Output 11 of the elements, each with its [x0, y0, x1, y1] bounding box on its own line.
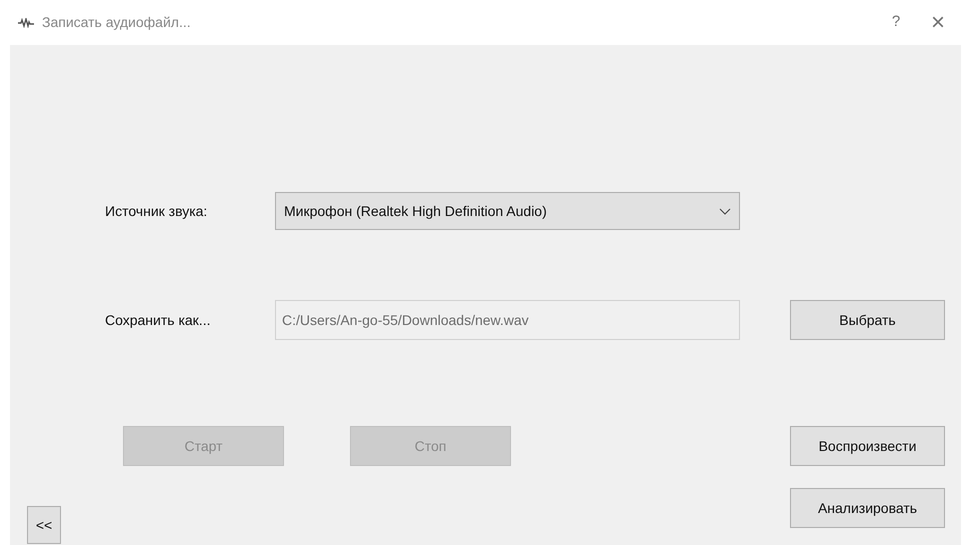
field-label: Сохранить как...	[105, 310, 212, 330]
help-button[interactable]: ?	[881, 11, 911, 34]
sound-source-dropdown[interactable]: Микрофон (Realtek High Definition Audio)	[275, 192, 740, 230]
close-button[interactable]: ×	[923, 4, 953, 40]
field-label: Источник звука:	[105, 202, 208, 221]
waveform-icon	[18, 18, 34, 28]
window-title: Записать аудиофайл...	[42, 13, 191, 32]
analyze-button[interactable]: Анализировать	[790, 488, 945, 528]
back-button[interactable]: <<	[27, 506, 61, 544]
chevron-down-icon	[719, 208, 731, 214]
play-button[interactable]: Воспроизвести	[790, 426, 945, 466]
